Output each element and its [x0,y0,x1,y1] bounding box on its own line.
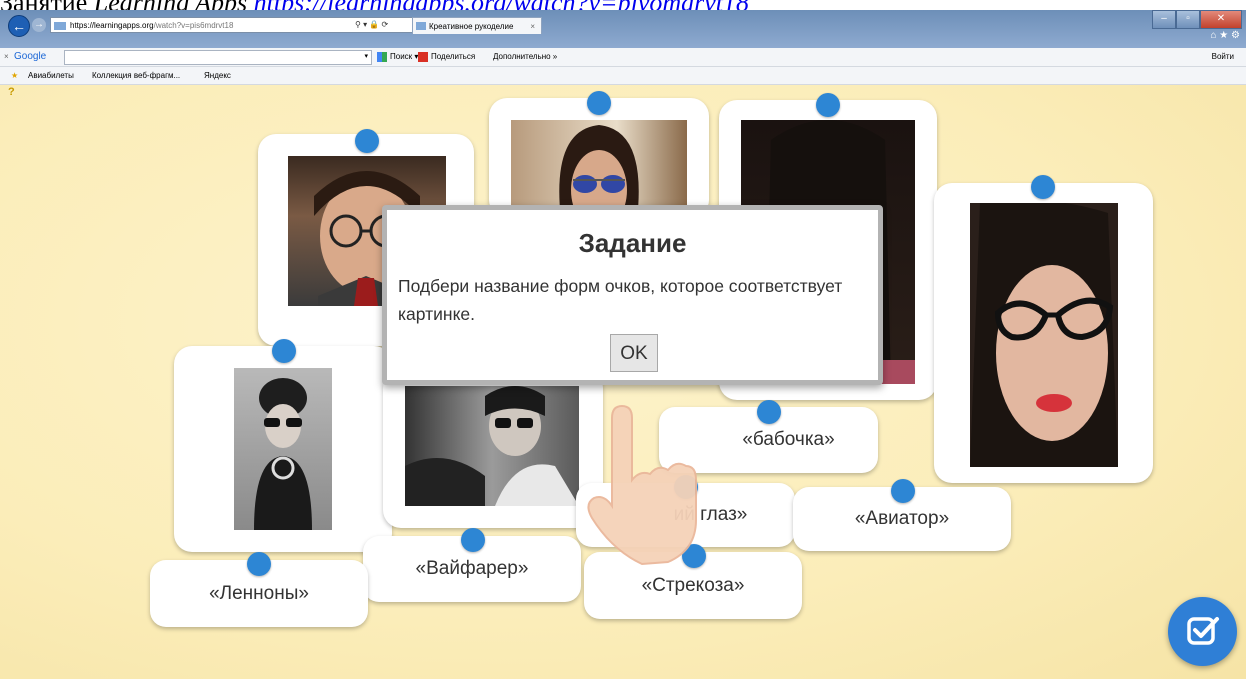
toolbar-search-button[interactable]: Поиск ▾ [377,48,418,66]
card-pin[interactable] [587,91,611,115]
search-dropdown-icon[interactable]: ▾ [364,48,368,66]
photo-card-cat-eye[interactable] [934,183,1153,483]
audrey-portrait [254,378,312,530]
tab-close-icon[interactable]: × [530,18,535,35]
address-url-host: https://learningapps.org [70,21,154,30]
task-dialog: Задание Подбери название форм очков, кот… [382,205,883,385]
minimize-button[interactable]: – [1152,10,1176,29]
card-pin[interactable] [891,479,915,503]
pointing-hand-icon [572,400,732,575]
cat-eye-portrait [970,203,1118,467]
maximize-button[interactable]: ▫ [1176,10,1200,29]
check-square-icon [1187,617,1219,645]
window-controls: – ▫ ✕ [1152,10,1242,29]
address-url-path: /watch?v=pis6mdrvt18 [153,21,234,30]
share-icon [418,51,428,62]
label-text: «Ленноны» [209,582,309,604]
photo-card-audrey[interactable] [174,346,392,552]
favorite-link[interactable]: Авиабилеты [28,67,74,84]
card-pin[interactable] [757,400,781,424]
tab-favicon-icon [416,22,426,30]
photo-wayfarer [405,386,579,506]
google-search-input[interactable]: ▾ [64,50,372,65]
card-pin[interactable] [247,552,271,576]
ok-button[interactable]: OK [610,334,658,372]
card-pin[interactable] [1031,175,1055,199]
card-pin[interactable] [355,129,379,153]
site-favicon-icon [54,21,66,30]
toolbar-more-button[interactable]: Дополнительно » [493,48,557,66]
dialog-title: Задание [578,228,687,258]
address-bar-icons[interactable]: ⚲ ▾ 🔒 ⟳ [355,17,388,33]
photo-card-wayfarer[interactable] [383,370,603,528]
favorites-star-icon[interactable]: ★ [11,67,18,84]
back-button[interactable]: ← [8,15,30,37]
photo-card-aviator[interactable] [489,98,709,220]
toolbar-share-button[interactable]: Поделиться [418,48,475,66]
home-favorites-settings-icons[interactable]: ⌂ ★ ⚙ [1210,30,1240,41]
tab-title: Креативное рукоделие [429,22,514,31]
forward-button[interactable]: → [32,18,46,32]
label-text: «Стрекоза» [641,574,745,596]
label-text: «Вайфарер» [415,558,529,579]
google-logo: Google [14,51,47,62]
label-text: «Авиатор» [854,508,950,529]
search-icon [377,51,387,62]
card-pin[interactable] [461,528,485,552]
google-toolbar: × Google ▾ Поиск ▾ Поделиться Дополнител… [0,48,1246,67]
toolbar-share-label: Поделиться [431,52,476,61]
dialog-text: Подбери название форм очков, которое соо… [398,276,843,324]
close-window-button[interactable]: ✕ [1200,10,1242,29]
wayfarer-portrait [405,386,579,506]
photo-audrey [234,368,332,530]
favorite-link[interactable]: Коллекция веб-фрагм... [92,67,180,84]
toolbar-close-icon[interactable]: × [4,48,9,66]
tab-active[interactable]: Креативное рукоделие × [412,17,542,34]
toolbar-search-label: Поиск [390,52,413,61]
toolbar-login-button[interactable]: Войти [1212,48,1234,66]
card-pin[interactable] [816,93,840,117]
card-pin[interactable] [272,339,296,363]
check-answers-button[interactable] [1168,597,1237,666]
favorites-bar: ★ Авиабилеты Коллекция веб-фрагм... Янде… [0,67,1246,85]
address-url: https://learningapps.org/watch?v=pis6mdr… [70,21,233,30]
photo-cat-eye [970,203,1118,467]
question-icon[interactable]: ? [8,86,15,98]
favorite-link[interactable]: Яндекс [204,67,231,84]
